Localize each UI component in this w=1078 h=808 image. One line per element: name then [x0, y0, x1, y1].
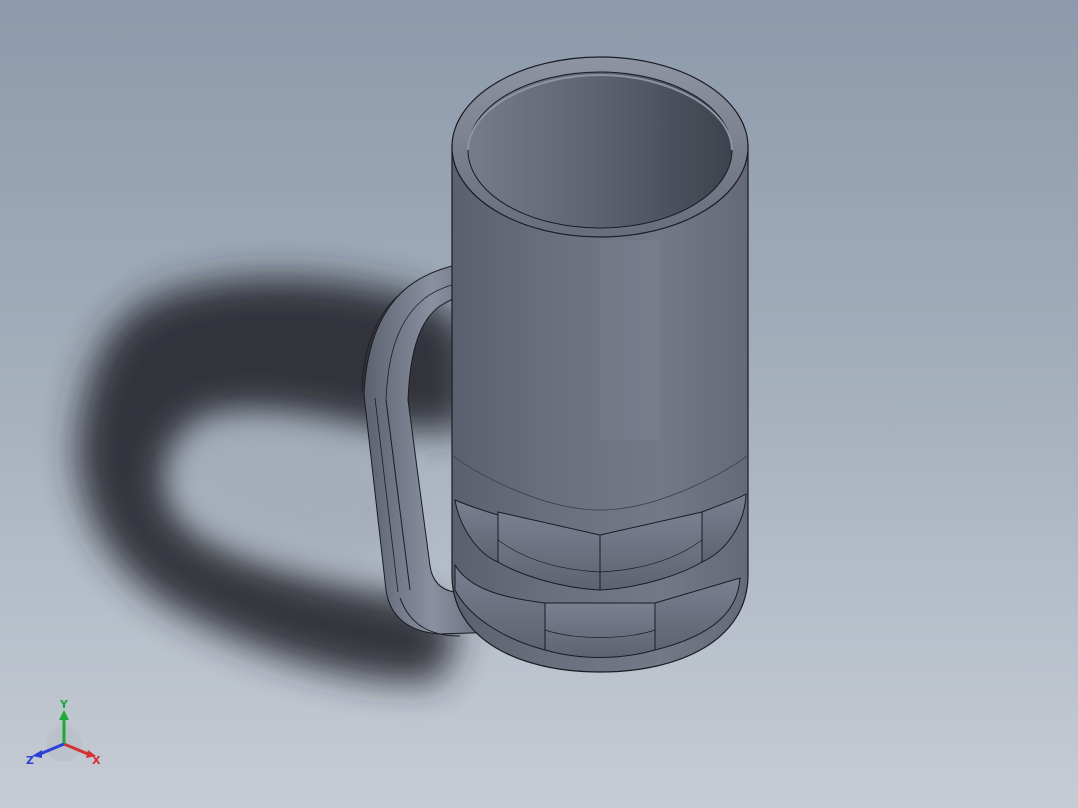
- graphics-viewport[interactable]: X Y Z: [0, 0, 1078, 808]
- y-axis-label: Y: [59, 698, 69, 711]
- z-axis-label: Z: [26, 754, 34, 767]
- x-axis-label: X: [92, 754, 101, 767]
- mug-rim[interactable]: [451, 56, 749, 238]
- reference-triad[interactable]: X Y Z: [24, 692, 108, 776]
- triad-graphic: X Y Z: [26, 698, 101, 767]
- model-view[interactable]: [0, 0, 1078, 808]
- body-highlight: [600, 240, 660, 440]
